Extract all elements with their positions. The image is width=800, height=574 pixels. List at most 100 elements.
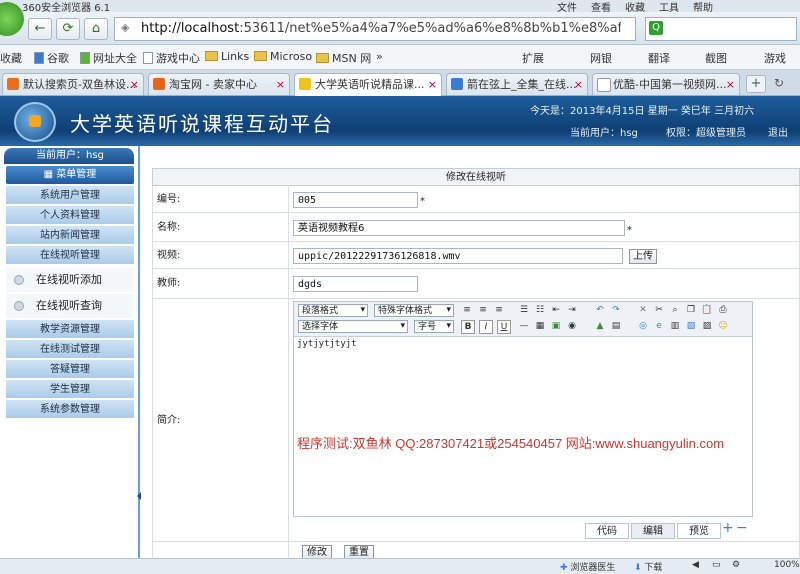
close-tab-icon[interactable]: × <box>130 74 139 95</box>
speaker-icon[interactable]: ◀ <box>692 560 699 570</box>
copy-icon[interactable]: ❐ <box>685 304 697 316</box>
link-icon[interactable]: e <box>653 320 665 332</box>
numbered-list-icon[interactable]: ☷ <box>534 304 546 316</box>
redo-icon[interactable]: ↷ <box>610 304 622 316</box>
quote-icon[interactable]: ▧ <box>685 320 697 332</box>
ext-translate[interactable]: 翻译 <box>648 50 670 66</box>
upload-button[interactable]: 上传 <box>629 249 657 264</box>
bookmark-games[interactable]: 游戏中心 <box>143 50 200 66</box>
sidebar-item-news[interactable]: 站内新闻管理 <box>6 226 134 245</box>
print-icon[interactable]: ⎙ <box>717 304 729 316</box>
mode-preview-tab[interactable]: 预览 <box>677 523 721 539</box>
bullet-list-icon[interactable]: ☰ <box>518 304 530 316</box>
bookmark-google[interactable]: 谷歌 <box>34 50 69 66</box>
mode-edit-tab[interactable]: 编辑 <box>631 523 675 539</box>
close-tab-icon[interactable]: × <box>428 74 437 95</box>
media-icon[interactable]: ◉ <box>566 320 578 332</box>
horizontal-rule-icon[interactable]: — <box>518 320 530 332</box>
sidebar-item-settings[interactable]: 系统参数管理 <box>6 400 134 419</box>
tab-course[interactable]: 大学英语听说精品课... × <box>294 73 442 96</box>
bullet-icon <box>14 301 24 311</box>
bookmark-msn[interactable]: MSN 网 <box>316 50 371 66</box>
form-row-id: 编号: 005 * <box>152 186 800 213</box>
cut-icon[interactable]: ✂ <box>653 304 665 316</box>
sidebar-item-profile[interactable]: 个人资料管理 <box>6 206 134 225</box>
sidebar-item-system-users[interactable]: 系统用户管理 <box>6 186 134 205</box>
download-icon: ⬇ <box>634 563 645 573</box>
bold-icon[interactable]: B <box>461 320 475 334</box>
align-left-icon[interactable]: ≡ <box>461 304 473 316</box>
browser-title-bar: 360安全浏览器 6.1 文件 查看 收藏 工具 帮助 <box>0 0 800 14</box>
ext-screenshot[interactable]: 截图 <box>705 50 727 66</box>
browser-doctor[interactable]: ✚ 浏览器医生 <box>560 560 615 573</box>
delete-icon[interactable]: ✕ <box>637 304 649 316</box>
outdent-icon[interactable]: ⇤ <box>550 304 562 316</box>
bookmark-microsoft[interactable]: Microso <box>254 50 312 63</box>
tab-taobao[interactable]: 淘宝网 - 卖家中心 × <box>148 73 290 95</box>
sidebar-item-online-video[interactable]: 在线视听管理 <box>6 246 134 265</box>
sidebar-item-students[interactable]: 学生管理 <box>6 380 134 399</box>
mode-code-tab[interactable]: 代码 <box>585 523 629 539</box>
paragraph-format-select[interactable]: 段落格式 <box>298 304 368 317</box>
address-bar[interactable]: ◈ http://localhost:53611/net%e5%a4%a7%e5… <box>114 17 636 41</box>
indent-icon[interactable]: ⇥ <box>566 304 578 316</box>
ext-extensions[interactable]: 扩展 <box>522 50 544 66</box>
anchor-icon[interactable]: ◎ <box>637 320 649 332</box>
find-icon[interactable]: ⌕ <box>669 304 681 316</box>
restore-tab-icon[interactable]: ↻ <box>770 75 788 91</box>
table-icon[interactable]: ▦ <box>534 320 546 332</box>
image-icon[interactable]: ▣ <box>550 320 562 332</box>
sidebar-item-resources[interactable]: 教学资源管理 <box>6 320 134 339</box>
sidebar-subitem-video-add[interactable]: 在线视听添加 <box>6 268 134 292</box>
align-right-icon[interactable]: ≡ <box>493 304 505 316</box>
shrink-editor-icon[interactable]: − <box>736 520 748 536</box>
search-box[interactable]: Q <box>645 17 797 41</box>
flash-icon[interactable]: ▲ <box>594 320 606 332</box>
home-button[interactable]: ⌂ <box>84 18 108 40</box>
ext-bank[interactable]: 网银 <box>590 50 612 66</box>
teacher-input[interactable]: dgds <box>293 276 418 292</box>
sidebar-subitem-video-query[interactable]: 在线视听查询 <box>6 294 134 318</box>
align-center-icon[interactable]: ≡ <box>477 304 489 316</box>
special-char-icon[interactable]: ▥ <box>669 320 681 332</box>
video-input[interactable]: uppic/20122291736126818.wmv <box>293 248 623 264</box>
new-tab-button[interactable]: + <box>746 75 766 93</box>
code-icon[interactable]: ▨ <box>701 320 713 332</box>
italic-icon[interactable]: I <box>479 320 493 334</box>
underline-icon[interactable]: U <box>497 320 511 334</box>
bookmark-links[interactable]: Links <box>205 50 249 63</box>
undo-icon[interactable]: ↶ <box>594 304 606 316</box>
tools-icon[interactable]: ⚙ <box>732 560 740 570</box>
refresh-button[interactable]: ⟳ <box>56 18 80 40</box>
id-input[interactable]: 005 <box>293 192 418 208</box>
close-tab-icon[interactable]: × <box>574 74 583 95</box>
close-tab-icon[interactable]: × <box>276 74 285 95</box>
id-label: 编号: <box>153 186 289 212</box>
ext-games[interactable]: 游戏 <box>764 50 786 66</box>
font-select[interactable]: 选择字体 <box>298 320 408 333</box>
expand-editor-icon[interactable]: + <box>722 520 734 536</box>
logout-link[interactable]: 退出 <box>768 124 788 139</box>
tab-youku[interactable]: 优酷-中国第一视频网... × <box>592 73 740 95</box>
grid-icon: ▦ <box>43 169 57 180</box>
back-button[interactable]: ← <box>28 18 52 40</box>
size-select[interactable]: 字号 <box>414 320 454 333</box>
download-button[interactable]: ⬇ 下载 <box>634 560 662 573</box>
sidebar-item-qa[interactable]: 答疑管理 <box>6 360 134 379</box>
font-format-select[interactable]: 特殊字体格式 <box>374 304 454 317</box>
tab-video[interactable]: 箭在弦上_全集_在线... × <box>446 73 588 95</box>
name-input[interactable]: 英语视频教程6 <box>293 220 625 236</box>
emoticon-icon[interactable]: ☺ <box>717 320 729 332</box>
bookmark-favorites[interactable]: 收藏 <box>0 50 22 66</box>
sidebar-item-online-test[interactable]: 在线测试管理 <box>6 340 134 359</box>
zoom-level[interactable]: 100% <box>774 560 800 570</box>
bookmarks-more[interactable]: » <box>376 50 383 63</box>
close-tab-icon[interactable]: × <box>726 74 735 95</box>
tab-search[interactable]: 默认搜索页-双鱼林设... × <box>2 73 144 95</box>
file-icon[interactable]: ▤ <box>610 320 622 332</box>
bookmark-nav[interactable]: 网址大全 <box>80 50 137 66</box>
editor-content[interactable]: jytjytjtyjt 程序测试:双鱼林 QQ:287307421或254540… <box>294 337 752 515</box>
paste-icon[interactable]: 📋 <box>701 304 713 316</box>
collapse-arrow-icon[interactable] <box>137 492 141 500</box>
window-icon[interactable]: ▭ <box>712 560 721 570</box>
